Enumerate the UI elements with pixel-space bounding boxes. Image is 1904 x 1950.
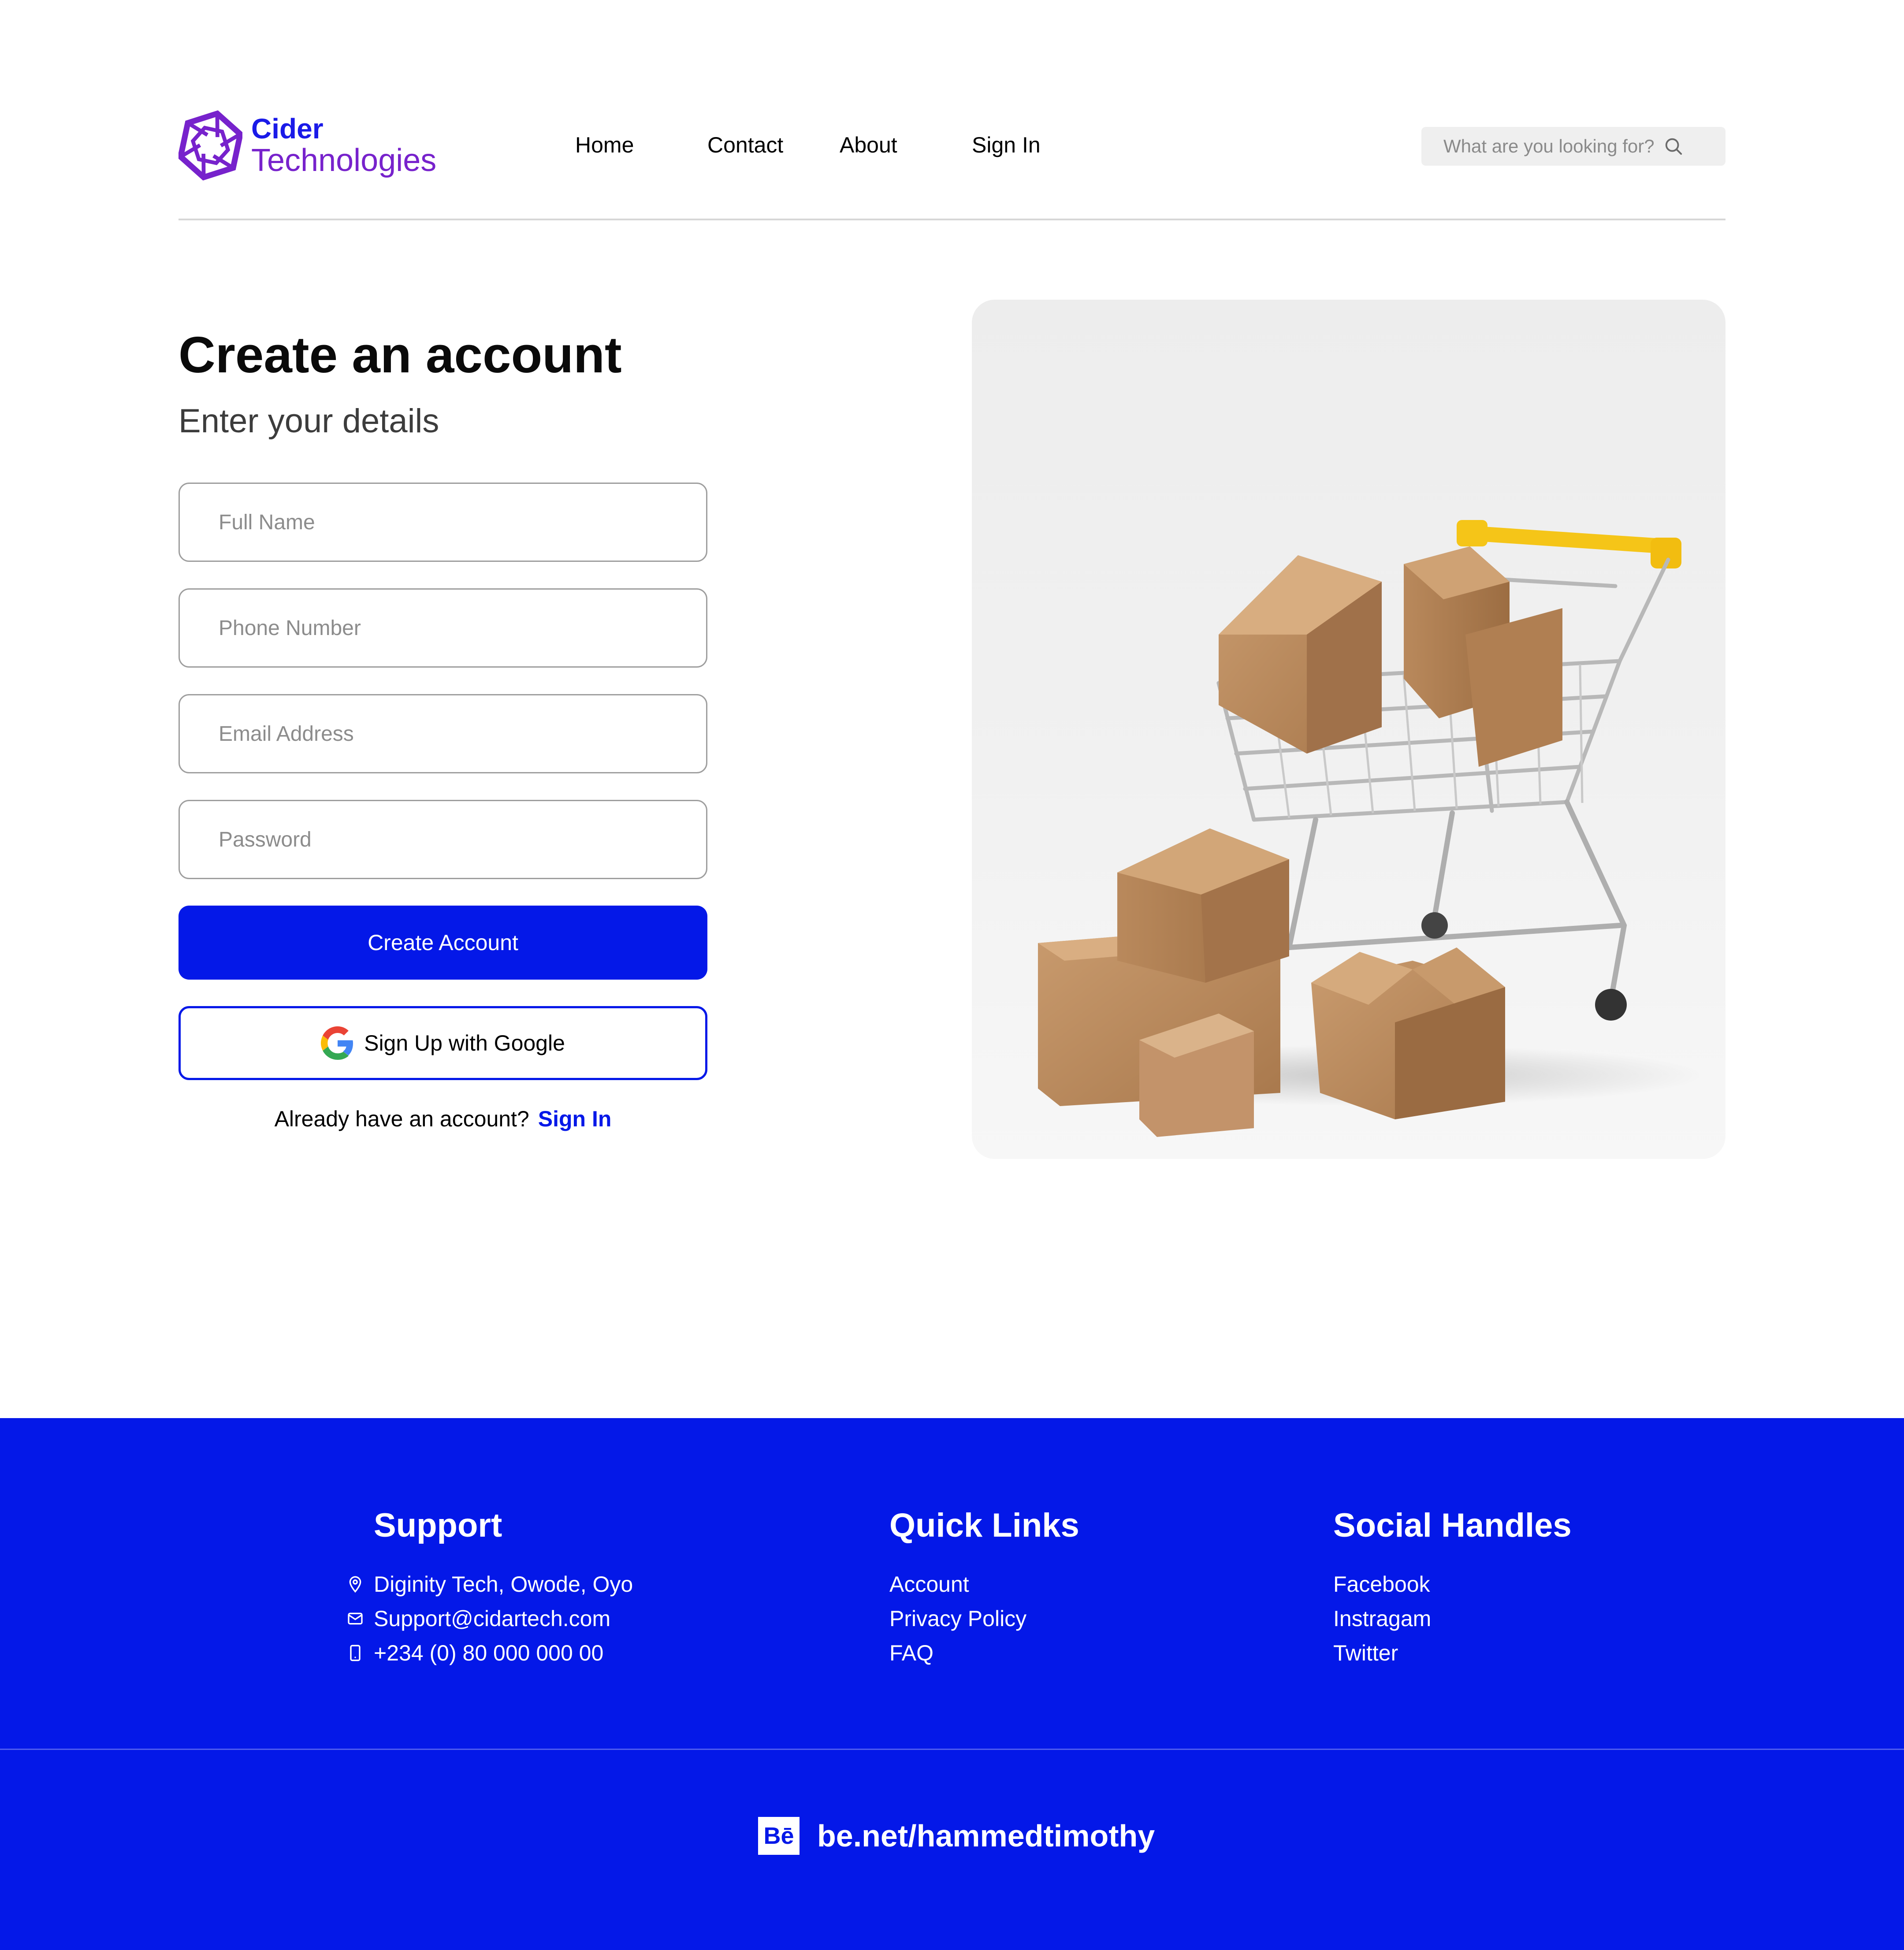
brand-name-line1: Cider <box>251 113 324 145</box>
header-divider <box>178 219 1726 220</box>
phone-number-field[interactable] <box>178 588 707 668</box>
sign-in-prompt: Already have an account? Sign In <box>178 1106 707 1132</box>
page-title: Create an account <box>178 326 622 383</box>
quick-links-heading: Quick Links <box>889 1507 1079 1544</box>
support-heading: Support <box>374 1507 502 1544</box>
create-account-button[interactable]: Create Account <box>178 906 707 980</box>
support-address: Diginity Tech, Owode, Oyo <box>374 1572 633 1597</box>
email-field[interactable] <box>178 694 707 773</box>
nav-sign-in[interactable]: Sign In <box>972 132 1041 158</box>
social-handles-heading: Social Handles <box>1333 1507 1572 1544</box>
logo-mark-icon <box>178 110 242 181</box>
behance-icon: Bē <box>758 1817 800 1855</box>
search-icon[interactable] <box>1663 136 1684 156</box>
support-email-link[interactable]: Support@cidartech.com <box>374 1606 610 1631</box>
social-link-instagram[interactable]: Instragam <box>1333 1606 1431 1631</box>
search-input[interactable]: What are you looking for? <box>1421 127 1726 166</box>
hero-image <box>972 300 1726 1159</box>
footer-link-faq[interactable]: FAQ <box>889 1640 933 1666</box>
sign-in-link[interactable]: Sign In <box>538 1107 612 1131</box>
location-pin-icon <box>349 1576 361 1593</box>
support-phone: +234 (0) 80 000 000 00 <box>374 1641 604 1665</box>
nav-about[interactable]: About <box>840 132 897 158</box>
social-link-twitter[interactable]: Twitter <box>1333 1640 1398 1666</box>
social-link-facebook[interactable]: Facebook <box>1333 1571 1430 1597</box>
brand-wordmark: Cider Technologies <box>251 115 436 176</box>
brand-name-line2: Technologies <box>251 143 437 178</box>
page-subtitle: Enter your details <box>178 402 439 440</box>
full-name-field[interactable] <box>178 483 707 562</box>
password-field[interactable] <box>178 800 707 879</box>
have-account-text: Already have an account? <box>274 1107 529 1131</box>
behance-url[interactable]: be.net/hammedtimothy <box>817 1818 1155 1853</box>
footer-link-privacy-policy[interactable]: Privacy Policy <box>889 1606 1026 1631</box>
brand-logo[interactable]: Cider Technologies <box>178 110 436 181</box>
google-icon <box>321 1026 353 1060</box>
google-signup-button[interactable]: Sign Up with Google <box>178 1006 707 1080</box>
mail-icon <box>348 1612 363 1625</box>
nav-home[interactable]: Home <box>575 132 634 158</box>
site-footer: Support Diginity Tech, Owode, Oyo Suppor… <box>0 1418 1904 1950</box>
shopping-cart-illustration <box>1034 520 1703 1137</box>
google-button-label: Sign Up with Google <box>364 1031 565 1055</box>
footer-link-account[interactable]: Account <box>889 1571 969 1597</box>
footer-divider <box>0 1749 1904 1750</box>
behance-credit[interactable]: Bē be.net/hammedtimothy <box>758 1817 1155 1855</box>
search-placeholder: What are you looking for? <box>1443 136 1655 156</box>
nav-contact[interactable]: Contact <box>707 132 783 158</box>
phone-icon <box>350 1645 361 1661</box>
